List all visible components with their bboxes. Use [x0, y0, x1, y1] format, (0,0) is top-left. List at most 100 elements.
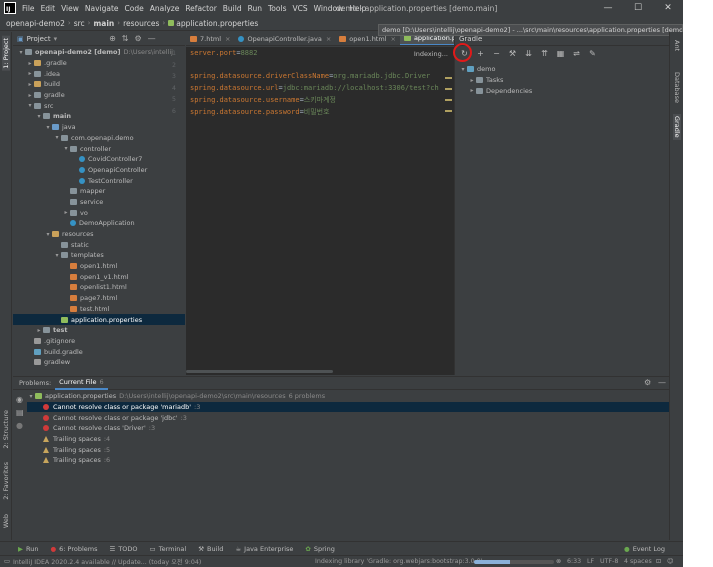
tree-item[interactable]: DemoApplication	[13, 218, 185, 229]
cancel-indexing-icon[interactable]: ⊗	[556, 558, 561, 565]
chevron-down-icon[interactable]: ▾	[26, 102, 34, 109]
execute-task-icon[interactable]: ⚒	[506, 47, 519, 60]
menu-refactor[interactable]: Refactor	[182, 4, 219, 13]
menu-build[interactable]: Build	[220, 4, 245, 13]
chevron-down-icon[interactable]: ▾	[54, 35, 58, 43]
tree-item[interactable]: open1.html	[13, 261, 185, 272]
tree-item[interactable]: ▸ vo	[13, 207, 185, 218]
tree-item[interactable]: ▸ build	[13, 79, 185, 90]
tree-item[interactable]: ▸ .idea	[13, 68, 185, 79]
tree-item[interactable]: CovidController7	[13, 154, 185, 165]
tab-ant-tool[interactable]: Ant	[673, 40, 681, 51]
chevron-down-icon[interactable]: ▾	[459, 66, 467, 73]
tree-item[interactable]: OpenapiController	[13, 165, 185, 176]
tree-item[interactable]: openlist1.html	[13, 282, 185, 293]
chevron-down-icon[interactable]: ▾	[62, 145, 70, 152]
problem-item[interactable]: Cannot resolve class or package 'mariadb…	[27, 401, 669, 413]
maximize-icon[interactable]: ☐	[623, 0, 653, 16]
breadcrumb-src[interactable]: src	[74, 19, 85, 28]
close-tab-icon[interactable]: ×	[326, 35, 331, 43]
tree-item[interactable]: gradlew	[13, 357, 185, 368]
file-encoding[interactable]: UTF-8	[600, 558, 618, 565]
menu-run[interactable]: Run	[245, 4, 265, 13]
code-line[interactable]: spring.datasource.url=jdbc:mariadb://loc…	[190, 84, 439, 92]
chevron-right-icon[interactable]: ▸	[35, 327, 43, 334]
tab-web-tool[interactable]: Web	[2, 514, 10, 528]
tree-item[interactable]: ▾ templates	[13, 250, 185, 261]
chevron-right-icon[interactable]: ▸	[26, 81, 34, 88]
tree-item[interactable]: ▸ gradle	[13, 90, 185, 101]
chevron-right-icon[interactable]: ▸	[26, 60, 34, 67]
wrench-icon[interactable]: ✎	[586, 47, 599, 60]
eye-icon[interactable]: ◉	[16, 395, 27, 404]
tree-item[interactable]: ▾ java	[13, 122, 185, 133]
bottom-tab[interactable]: ✿ Spring	[305, 545, 334, 553]
lock-icon[interactable]: ⊡	[656, 558, 661, 565]
menu-code[interactable]: Code	[122, 4, 147, 13]
tree-item[interactable]: ▾ com.openapi.demo	[13, 133, 185, 144]
bottom-tab[interactable]: ▶ Run	[18, 545, 38, 553]
gradle-tree-item[interactable]: ▾ demo	[459, 64, 659, 75]
menu-vcs[interactable]: VCS	[289, 4, 310, 13]
tree-item[interactable]: ▾ resources	[13, 229, 185, 240]
gear-icon[interactable]: ⚙	[644, 378, 651, 387]
close-tab-icon[interactable]: ×	[225, 35, 230, 43]
code-line[interactable]: spring.datasource.driverClassName=org.ma…	[190, 72, 430, 80]
chevron-right-icon[interactable]: ▸	[26, 70, 34, 77]
bottom-tab[interactable]: ⚒ Build	[198, 545, 223, 553]
menu-view[interactable]: View	[58, 4, 82, 13]
collapse-all-icon[interactable]: ⇅	[122, 34, 129, 43]
breadcrumb-main[interactable]: main	[93, 19, 114, 28]
tab-structure-tool[interactable]: 2: Structure	[2, 410, 10, 449]
chevron-right-icon[interactable]: ▸	[26, 92, 34, 99]
bottom-tab[interactable]: ☰ TODO	[110, 545, 138, 553]
tab-gradle-tool[interactable]: Gradle	[673, 114, 681, 140]
chevron-down-icon[interactable]: ▾	[35, 113, 43, 120]
tree-item[interactable]: ▸ test	[13, 325, 185, 336]
chevron-down-icon[interactable]: ▾	[53, 134, 61, 141]
tree-item[interactable]: ▾ controller	[13, 143, 185, 154]
locate-icon[interactable]: ⊕	[109, 34, 116, 43]
code-line[interactable]: server.port=8882	[190, 49, 257, 57]
tree-item[interactable]: TestController	[13, 175, 185, 186]
notification-icon[interactable]: ▭	[4, 558, 10, 565]
gear-icon[interactable]: ⚙	[135, 34, 142, 43]
event-log-button[interactable]: ● Event Log	[624, 545, 665, 553]
close-icon[interactable]: ✕	[653, 0, 683, 16]
remove-icon[interactable]: −	[490, 47, 503, 60]
menu-file[interactable]: File	[19, 4, 38, 13]
menu-edit[interactable]: Edit	[38, 4, 59, 13]
code-line[interactable]: spring.datasource.password=비밀번호	[190, 107, 330, 117]
status-message[interactable]: IntelliJ IDEA 2020.2.4 available // Upda…	[13, 557, 201, 566]
show-dependencies-icon[interactable]: ▦	[554, 47, 567, 60]
gradle-tree-item[interactable]: ▸ Dependencies	[459, 85, 659, 96]
expand-all-icon[interactable]: ⇊	[522, 47, 535, 60]
lightbulb-icon[interactable]: ●	[16, 421, 27, 430]
chevron-down-icon[interactable]: ▾	[17, 49, 25, 56]
hide-icon[interactable]: —	[658, 378, 666, 387]
breadcrumb-resources[interactable]: resources	[123, 19, 159, 28]
tree-item[interactable]: ▾ main	[13, 111, 185, 122]
line-separator[interactable]: LF	[587, 558, 594, 565]
hide-icon[interactable]: —	[148, 34, 156, 43]
tree-item[interactable]: ▾ src	[13, 100, 185, 111]
chevron-right-icon[interactable]: ▸	[468, 87, 476, 94]
chevron-right-icon[interactable]: ▸	[468, 77, 476, 84]
menu-navigate[interactable]: Navigate	[82, 4, 122, 13]
problem-item[interactable]: Trailing spaces:5	[27, 444, 669, 455]
problem-item[interactable]: Cannot resolve class or package 'jdbc':3	[27, 412, 669, 423]
problem-item[interactable]: Trailing spaces:6	[27, 455, 669, 466]
tree-item[interactable]: static	[13, 239, 185, 250]
code-line[interactable]: spring.datasource.username=스키마계정	[190, 95, 336, 105]
tab-project-tool[interactable]: 1: Project	[2, 36, 10, 71]
tree-item[interactable]: build.gradle	[13, 346, 185, 357]
chevron-down-icon[interactable]: ▾	[44, 231, 52, 238]
toggle-offline-icon[interactable]: ⇌	[570, 47, 583, 60]
menu-tools[interactable]: Tools	[265, 4, 289, 13]
editor-tab[interactable]: OpenapiController.java ×	[234, 32, 335, 45]
inspector-icon[interactable]: ☺	[667, 558, 674, 565]
minimize-icon[interactable]: —	[593, 0, 623, 16]
tree-item[interactable]: ▾ openapi-demo2 [demo] D:\Users\intellij	[13, 47, 185, 58]
tree-item[interactable]: .gitignore	[13, 336, 185, 347]
preview-icon[interactable]: ▤	[16, 408, 27, 417]
